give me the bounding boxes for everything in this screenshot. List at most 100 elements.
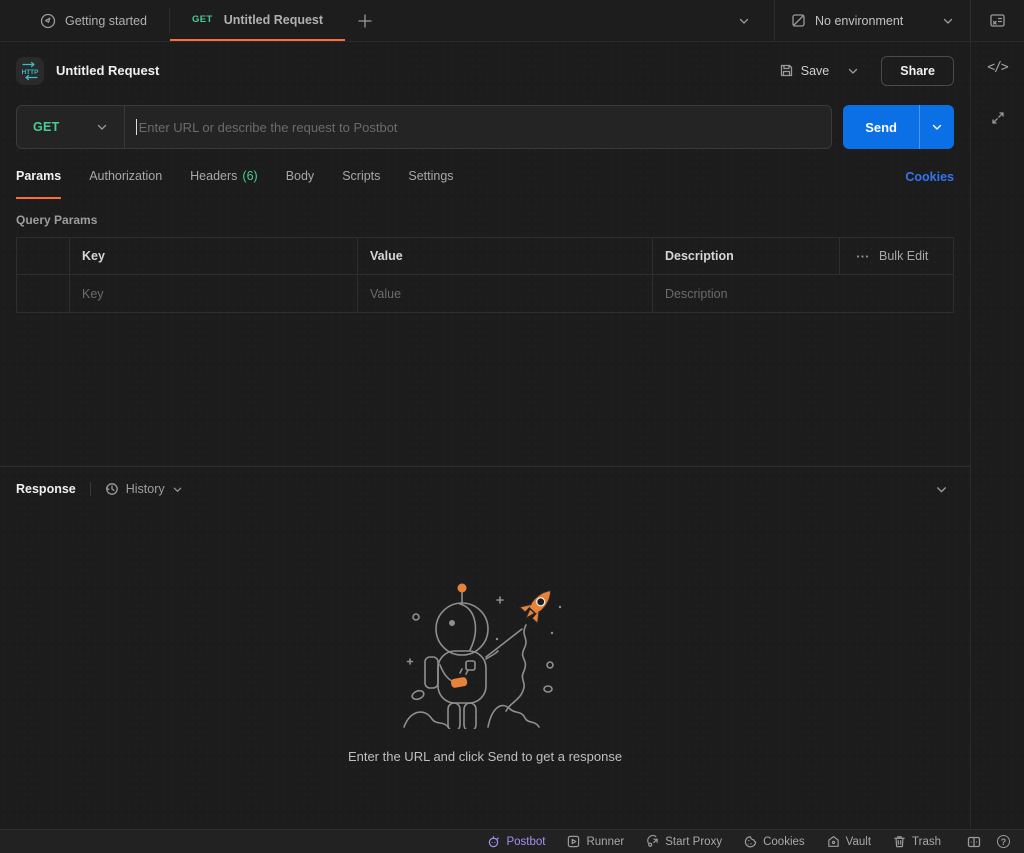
url-input[interactable] — [136, 119, 832, 135]
status-bar: Postbot Runner Start Proxy Cookies Vault… — [0, 829, 1024, 853]
history-clock-icon — [105, 483, 118, 495]
save-label: Save — [800, 63, 830, 78]
tab-body[interactable]: Body — [286, 155, 315, 199]
chevron-down-icon — [937, 486, 946, 492]
request-title: Untitled Request — [56, 63, 160, 78]
runner-button[interactable]: Runner — [567, 835, 624, 848]
response-title: Response — [16, 482, 76, 496]
table-row: Key Value Description — [17, 275, 953, 312]
bulk-edit-label: Bulk Edit — [879, 249, 929, 263]
expand-panel-icon[interactable] — [991, 111, 1005, 125]
environment-quick-look-icon — [990, 14, 1005, 27]
panel-layout-icon[interactable] — [967, 835, 981, 849]
right-sidebar: </> — [970, 42, 1024, 829]
tab-headers[interactable]: Headers (6) — [190, 155, 258, 199]
cookies-label: Cookies — [763, 835, 805, 848]
tab-label: Settings — [408, 169, 454, 183]
tab-label: Authorization — [89, 169, 163, 183]
select-column-header — [17, 238, 69, 274]
url-row: GET Send — [0, 99, 970, 155]
tab-authorization[interactable]: Authorization — [89, 155, 162, 199]
runner-icon — [568, 835, 580, 848]
cookies-button[interactable]: Cookies — [744, 835, 805, 848]
trash-icon — [894, 836, 905, 848]
tab-params[interactable]: Params — [16, 155, 62, 199]
tab-label: Scripts — [342, 169, 381, 183]
tab-label: Untitled Request — [223, 12, 324, 27]
no-environment-icon — [791, 13, 806, 28]
save-icon — [780, 64, 792, 77]
key-input[interactable]: Key — [69, 275, 357, 312]
postbot-icon — [489, 836, 500, 848]
proxy-icon — [647, 835, 658, 847]
tab-getting-started[interactable]: Getting started — [18, 0, 169, 41]
cookie-icon — [744, 836, 757, 848]
launchpad-icon — [40, 13, 56, 29]
request-pane: HTTP Untitled Request Save Share GET Ent… — [0, 42, 970, 466]
tab-list-dropdown-button[interactable] — [714, 0, 774, 41]
environment-quick-look-button[interactable] — [970, 0, 1024, 41]
divider — [89, 482, 91, 496]
request-actions: Save Share — [771, 55, 954, 86]
cookies-link[interactable]: Cookies — [905, 155, 954, 199]
bulk-edit-button[interactable]: Bulk Edit — [839, 238, 953, 274]
row-select-cell[interactable] — [17, 275, 69, 312]
response-pane: Response History Enter the URL and click… — [0, 466, 970, 829]
postbot-button[interactable]: Postbot — [487, 835, 545, 848]
send-options-button[interactable] — [919, 105, 954, 149]
new-tab-button[interactable] — [345, 0, 385, 41]
key-column-header: Key — [69, 238, 357, 274]
method-dropdown[interactable]: GET — [17, 106, 124, 148]
trash-label: Trash — [912, 835, 941, 848]
value-input[interactable]: Value — [357, 275, 652, 312]
chevron-down-icon — [849, 68, 858, 74]
response-header: Response History — [0, 467, 970, 511]
start-proxy-label: Start Proxy — [665, 835, 723, 848]
chevron-down-icon — [97, 124, 106, 130]
vault-label: Vault — [845, 835, 872, 848]
url-divider — [123, 106, 125, 148]
chevron-down-icon — [942, 15, 954, 27]
tab-untitled-request[interactable]: GET Untitled Request — [170, 0, 346, 41]
save-button[interactable]: Save — [771, 57, 838, 84]
tab-settings[interactable]: Settings — [408, 155, 453, 199]
tab-scripts[interactable]: Scripts — [342, 155, 380, 199]
cookies-label: Cookies — [905, 170, 954, 184]
request-tabs: Params Authorization Headers (6) Body Sc… — [0, 155, 970, 199]
query-params-title: Query Params — [16, 213, 98, 227]
start-proxy-button[interactable]: Start Proxy — [646, 835, 722, 848]
history-label: History — [125, 482, 165, 496]
tab-label: Getting started — [65, 13, 147, 28]
trash-button[interactable]: Trash — [893, 835, 941, 848]
table-header-row: Key Value Description Bulk Edit — [17, 238, 953, 275]
help-icon[interactable]: ? — [997, 835, 1010, 848]
response-history-dropdown[interactable]: History — [105, 482, 183, 496]
response-empty-state: Enter the URL and click Send to get a re… — [0, 511, 970, 829]
send-label: Send — [865, 119, 897, 135]
runner-label: Runner — [586, 835, 625, 848]
http-request-icon: HTTP — [16, 56, 44, 85]
chevron-down-icon — [739, 18, 749, 24]
share-button[interactable]: Share — [881, 55, 954, 86]
value-column-header: Value — [357, 238, 652, 274]
vault-button[interactable]: Vault — [827, 835, 871, 848]
url-box: GET — [16, 105, 833, 149]
save-options-button[interactable] — [837, 59, 869, 83]
tab-method-badge: GET — [192, 14, 213, 25]
environment-selector[interactable]: No environment — [774, 0, 970, 41]
empty-state-caption: Enter the URL and click Send to get a re… — [347, 748, 623, 764]
topbar-right: No environment — [714, 0, 1024, 41]
chevron-down-icon — [173, 487, 181, 492]
send-button[interactable]: Send — [843, 105, 919, 149]
tab-label: Body — [285, 169, 315, 183]
tab-label: Params — [16, 169, 62, 183]
code-snippet-button[interactable]: </> — [987, 60, 1009, 75]
collapse-response-button[interactable] — [929, 479, 954, 500]
astronaut-rocket-illustration — [403, 583, 562, 729]
workspace-body: HTTP Untitled Request Save Share GET Ent… — [0, 42, 1024, 829]
plus-icon — [358, 13, 372, 28]
tab-label: Headers — [190, 169, 238, 183]
request-header: HTTP Untitled Request Save Share — [0, 42, 970, 99]
description-input[interactable]: Description — [652, 275, 953, 312]
svg-text:HTTP: HTTP — [22, 68, 39, 75]
